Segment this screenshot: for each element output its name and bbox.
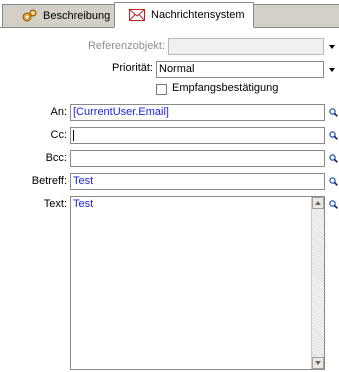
text-body-scrollbar[interactable] [311, 197, 324, 369]
receipt-checkbox[interactable] [156, 84, 167, 95]
priority-dropdown-arrow[interactable] [327, 61, 337, 78]
subject-zoom-button[interactable] [327, 173, 339, 190]
receipt-label: Empfangsbestätigung [172, 82, 279, 94]
magnifier-icon [328, 200, 338, 209]
subject-label: Betreff: [31, 175, 67, 187]
scroll-up-button[interactable] [312, 197, 324, 209]
cc-zoom-button[interactable] [327, 127, 339, 144]
tab-bar-filler [254, 4, 339, 28]
cc-input[interactable] [70, 127, 325, 144]
to-zoom-button[interactable] [327, 104, 339, 121]
gears-icon [21, 9, 37, 23]
magnifier-icon [328, 108, 338, 117]
to-input[interactable]: [CurrentUser.Email] [70, 104, 325, 121]
cc-label: Cc: [50, 129, 68, 141]
tab-beschreibung[interactable]: Beschreibung [2, 4, 115, 27]
reference-object-select[interactable] [168, 38, 324, 55]
tab-label: Nachrichtensystem [151, 9, 245, 21]
text-body-area[interactable]: Test [70, 196, 325, 370]
text-zoom-button[interactable] [327, 196, 339, 213]
bcc-zoom-button[interactable] [327, 150, 339, 167]
scroll-down-button[interactable] [312, 357, 324, 369]
text-cursor [73, 130, 74, 141]
bcc-label: Bcc: [45, 152, 67, 164]
envelope-icon [129, 9, 145, 21]
to-label: An: [50, 106, 67, 118]
priority-label: Priorität: [112, 62, 153, 74]
subject-input[interactable]: Test [70, 173, 325, 190]
magnifier-icon [328, 177, 338, 186]
tab-label: Beschreibung [43, 10, 111, 22]
magnifier-icon [328, 131, 338, 140]
magnifier-icon [328, 154, 338, 163]
message-form: Referenzobjekt: Priorität: Normal Empfan… [0, 28, 339, 372]
tab-nachrichtensystem[interactable]: Nachrichtensystem [114, 2, 254, 28]
reference-object-dropdown-arrow[interactable] [327, 38, 337, 55]
text-label: Text: [43, 198, 67, 210]
reference-object-label: Referenzobjekt: [87, 40, 165, 52]
priority-select[interactable]: Normal [156, 61, 324, 78]
text-body-value: Test [73, 198, 94, 210]
tab-bar: Beschreibung Nachrichtensystem [0, 0, 339, 28]
bcc-input[interactable] [70, 150, 325, 167]
